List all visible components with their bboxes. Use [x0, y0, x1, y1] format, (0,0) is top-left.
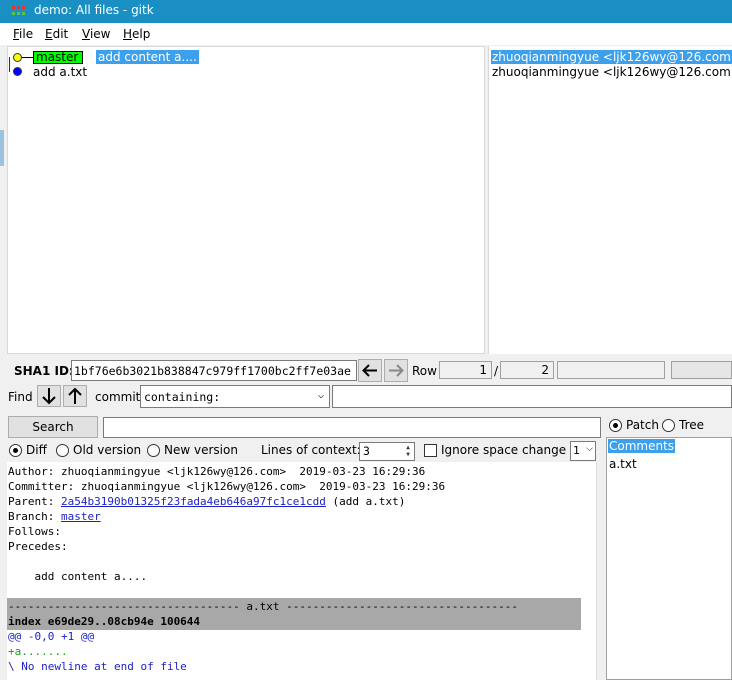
diff-added-line: +a....... [8, 645, 68, 658]
arrow-right-icon [389, 364, 404, 377]
file-list-pane[interactable]: Comments a.txt [606, 437, 732, 680]
commit-author-2[interactable]: zhuoqianmingyue <ljk126wy@126.com> [492, 65, 732, 79]
context-label: Lines of context: [261, 443, 361, 457]
arrow-up-icon [68, 387, 82, 404]
commit-history-pane[interactable] [7, 46, 485, 354]
diff-label: Diff [26, 443, 47, 457]
commit-node[interactable] [13, 67, 22, 76]
title-bar[interactable]: demo: All files - gitk [0, 0, 732, 23]
tree-label: Tree [679, 418, 705, 432]
chevron-down-icon: ⌵ [317, 390, 324, 401]
find-label: Find [8, 390, 33, 404]
arrow-down-icon [42, 388, 56, 405]
sha1-input[interactable]: 1bf76e6b3021b838847c979ff1700bc2ff7e03ae [71, 360, 357, 381]
back-button[interactable] [358, 359, 382, 382]
diff-scrollbar[interactable] [596, 462, 606, 680]
row-separator: / [494, 364, 499, 378]
diff-commit-message: add content a.... [8, 570, 148, 583]
branch-tag-master[interactable]: master [33, 51, 83, 64]
commit-author-1[interactable]: zhuoqianmingyue <ljk126wy@126.com> [491, 50, 732, 64]
diff-follows-line: Follows: [8, 525, 61, 538]
window-title: demo: All files - gitk [34, 3, 154, 17]
find-next-button[interactable] [37, 385, 61, 407]
diff-author-line: Author: zhuoqianmingyue <ljk126wy@126.co… [8, 465, 426, 478]
ignore-space-checkbox[interactable] [424, 444, 437, 457]
row-current: 1 [439, 361, 492, 379]
find-mode-select[interactable]: containing: ⌵ [140, 385, 330, 408]
diff-committer-line: Committer: zhuoqianmingyue <ljk126wy@126… [8, 480, 446, 493]
search-button[interactable]: Search [8, 416, 98, 438]
row-total: 2 [500, 361, 554, 379]
find-input[interactable] [332, 385, 732, 408]
diff-radio[interactable] [9, 444, 22, 457]
old-version-label: Old version [73, 443, 142, 457]
diff-parent-line: Parent: 2a54b3190b01325f23fada4eb646a97f… [8, 495, 406, 508]
diff-view[interactable]: Author: zhuoqianmingyue <ljk126wy@126.co… [7, 462, 596, 680]
context-spinbox[interactable]: 3 ▲ ▼ [359, 442, 415, 461]
file-list-item-a-txt[interactable]: a.txt [609, 457, 637, 471]
progress-box [557, 361, 665, 379]
sha1-label: SHA1 ID: [14, 364, 74, 378]
arrow-left-icon [362, 364, 377, 377]
branch-link[interactable]: master [61, 510, 101, 523]
ignore-space-label: Ignore space change [441, 443, 567, 457]
commit-message-1[interactable]: add content a.... [96, 50, 199, 64]
new-version-radio[interactable] [147, 444, 160, 457]
head-commit-node[interactable] [13, 53, 22, 62]
spinner-arrows-icon[interactable]: ▲ ▼ [403, 444, 413, 459]
menu-view[interactable]: View [82, 27, 110, 41]
find-prev-button[interactable] [63, 385, 87, 407]
graph-edge [9, 57, 10, 72]
forward-button[interactable] [384, 359, 408, 382]
new-version-label: New version [164, 443, 238, 457]
file-list-item-comments[interactable]: Comments [608, 439, 676, 453]
old-version-radio[interactable] [56, 444, 69, 457]
search-input[interactable] [103, 417, 601, 438]
status-box [671, 361, 732, 379]
diff-no-newline-line: \ No newline at end of file [8, 660, 187, 673]
menu-help[interactable]: Help [123, 27, 150, 41]
gitk-app-icon [12, 6, 28, 17]
sash-indicator [0, 130, 4, 166]
diff-index-line: index e69de29..08cb94e 100644 [8, 615, 201, 628]
diff-branch-line: Branch: master [8, 510, 101, 523]
patch-radio[interactable] [609, 419, 622, 432]
whitespace-mode-select[interactable]: 1 ⌵ [570, 441, 596, 461]
patch-label: Patch [626, 418, 659, 432]
tree-radio[interactable] [662, 419, 675, 432]
author-pane[interactable] [488, 46, 732, 354]
diff-file-header: ----------------------------------- a.tx… [8, 600, 518, 613]
diff-precedes-line: Precedes: [8, 540, 68, 553]
find-type-label[interactable]: commit [95, 390, 140, 404]
parent-sha-link[interactable]: 2a54b3190b01325f23fada4eb646a97fc1ce1cdd [61, 495, 326, 508]
menu-edit[interactable]: Edit [45, 27, 68, 41]
commit-message-2[interactable]: add a.txt [33, 65, 87, 79]
diff-hunk-header: @@ -0,0 +1 @@ [8, 630, 95, 643]
menu-file[interactable]: File [13, 27, 33, 41]
chevron-down-icon: ⌵ [586, 444, 593, 454]
row-label: Row [412, 364, 437, 378]
menu-bar: File Edit View Help [0, 23, 732, 45]
